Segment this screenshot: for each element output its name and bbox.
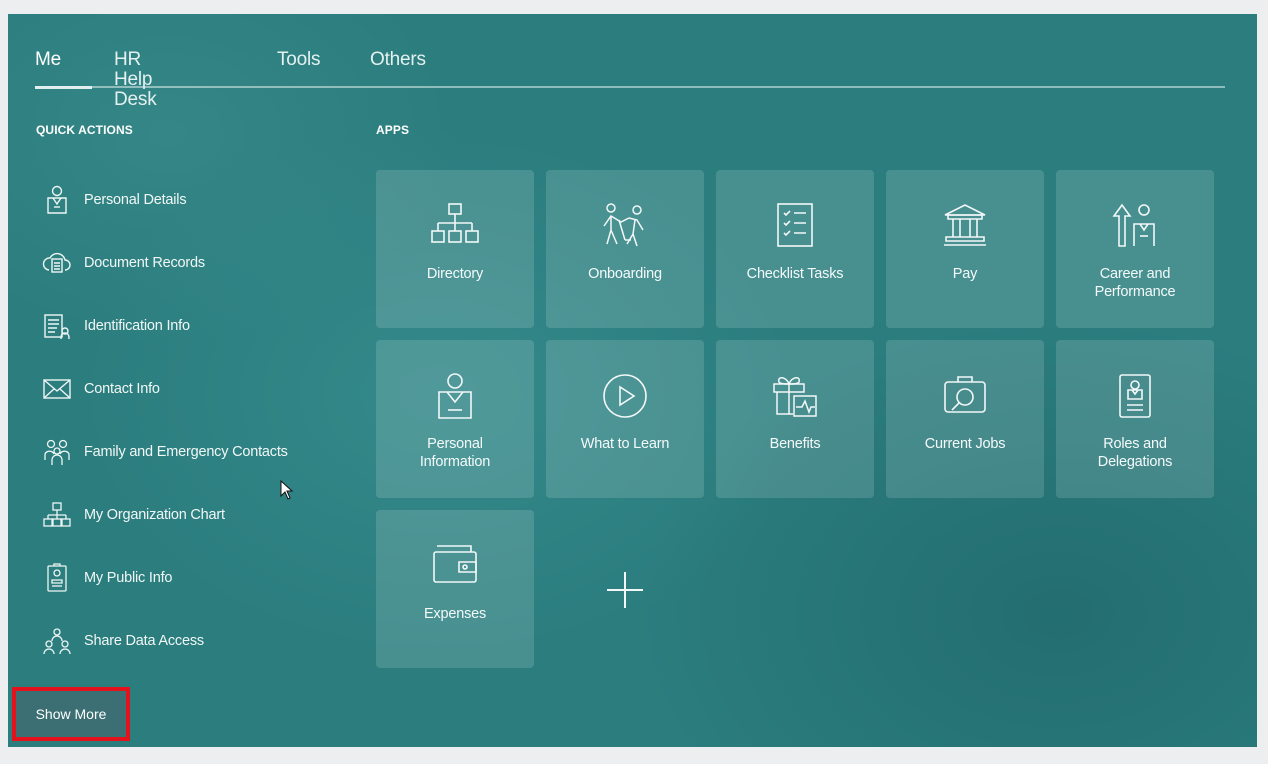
share-people-icon <box>42 626 72 656</box>
app-tile-roles-delegations[interactable]: Roles and Delegations <box>1056 340 1214 498</box>
tab-me[interactable]: Me <box>35 50 61 86</box>
checklist-icon <box>716 202 874 250</box>
app-tile-directory[interactable]: Directory <box>376 170 534 328</box>
quick-action-label: My Public Info <box>84 570 173 586</box>
briefcase-search-icon <box>886 372 1044 420</box>
quick-action-label: Identification Info <box>84 318 190 334</box>
app-tile-label: Directory <box>426 266 484 282</box>
quick-action-personal-details[interactable]: Personal Details <box>42 180 342 220</box>
app-tile-label: Personal Information <box>419 436 491 470</box>
envelope-icon <box>42 374 72 404</box>
app-tile-label: Pay <box>952 266 978 282</box>
app-tile-label: Expenses <box>423 606 487 622</box>
quick-action-label: Family and Emergency Contacts <box>84 444 288 460</box>
app-tile-label: Career and Performance <box>1094 266 1176 300</box>
quick-action-label: My Organization Chart <box>84 507 225 523</box>
show-more-button[interactable]: Show More <box>12 687 130 741</box>
play-circle-icon <box>546 372 704 420</box>
wallet-icon <box>376 542 534 590</box>
tab-hr-help-desk[interactable]: HR Help Desk <box>114 50 157 110</box>
gift-health-icon <box>716 372 874 420</box>
home-panel: Me HR Help Desk Tools Others QUICK ACTIO… <box>8 14 1257 747</box>
quick-action-label: Share Data Access <box>84 633 204 649</box>
tab-others[interactable]: Others <box>370 50 426 86</box>
apps-heading: APPS <box>376 123 410 137</box>
plus-icon <box>605 570 645 610</box>
app-tile-label: Roles and Delegations <box>1097 436 1173 470</box>
badge-card-icon <box>42 563 72 593</box>
quick-action-document-records[interactable]: Document Records <box>42 243 342 283</box>
person-badge-icon <box>42 185 72 215</box>
quick-action-share-data-access[interactable]: Share Data Access <box>42 621 342 661</box>
app-tile-label: Current Jobs <box>924 436 1006 452</box>
app-tile-onboarding[interactable]: Onboarding <box>546 170 704 328</box>
mouse-cursor-icon <box>280 480 294 500</box>
app-tile-checklist-tasks[interactable]: Checklist Tasks <box>716 170 874 328</box>
id-badge-icon <box>1056 372 1214 420</box>
org-chart-icon <box>376 202 534 250</box>
tab-divider <box>35 86 1225 88</box>
add-app-button[interactable] <box>546 511 704 669</box>
app-tile-career-performance[interactable]: Career and Performance <box>1056 170 1214 328</box>
onboarding-people-icon <box>546 202 704 250</box>
cloud-document-icon <box>42 248 72 278</box>
app-tile-label: Onboarding <box>588 266 662 282</box>
career-arrow-person-icon <box>1056 202 1214 250</box>
app-tile-current-jobs[interactable]: Current Jobs <box>886 340 1044 498</box>
app-tile-what-to-learn[interactable]: What to Learn <box>546 340 704 498</box>
app-tile-label: Checklist Tasks <box>746 266 844 282</box>
quick-action-label: Document Records <box>84 255 205 271</box>
tab-tools[interactable]: Tools <box>277 50 321 86</box>
app-tile-expenses[interactable]: Expenses <box>376 510 534 668</box>
quick-actions-heading: QUICK ACTIONS <box>36 123 133 137</box>
quick-action-label: Personal Details <box>84 192 187 208</box>
quick-action-family-emergency-contacts[interactable]: Family and Emergency Contacts <box>42 432 342 472</box>
quick-action-label: Contact Info <box>84 381 160 397</box>
quick-action-contact-info[interactable]: Contact Info <box>42 369 342 409</box>
bank-icon <box>886 202 1044 250</box>
app-tile-personal-information[interactable]: Personal Information <box>376 340 534 498</box>
app-tile-benefits[interactable]: Benefits <box>716 340 874 498</box>
person-badge-icon <box>376 372 534 420</box>
app-tile-pay[interactable]: Pay <box>886 170 1044 328</box>
id-document-icon <box>42 311 72 341</box>
app-tile-label: What to Learn <box>580 436 670 452</box>
quick-action-identification-info[interactable]: Identification Info <box>42 306 342 346</box>
org-chart-icon <box>42 500 72 530</box>
quick-action-my-public-info[interactable]: My Public Info <box>42 558 342 598</box>
app-tile-label: Benefits <box>769 436 821 452</box>
quick-action-my-organization-chart[interactable]: My Organization Chart <box>42 495 342 535</box>
family-icon <box>42 437 72 467</box>
